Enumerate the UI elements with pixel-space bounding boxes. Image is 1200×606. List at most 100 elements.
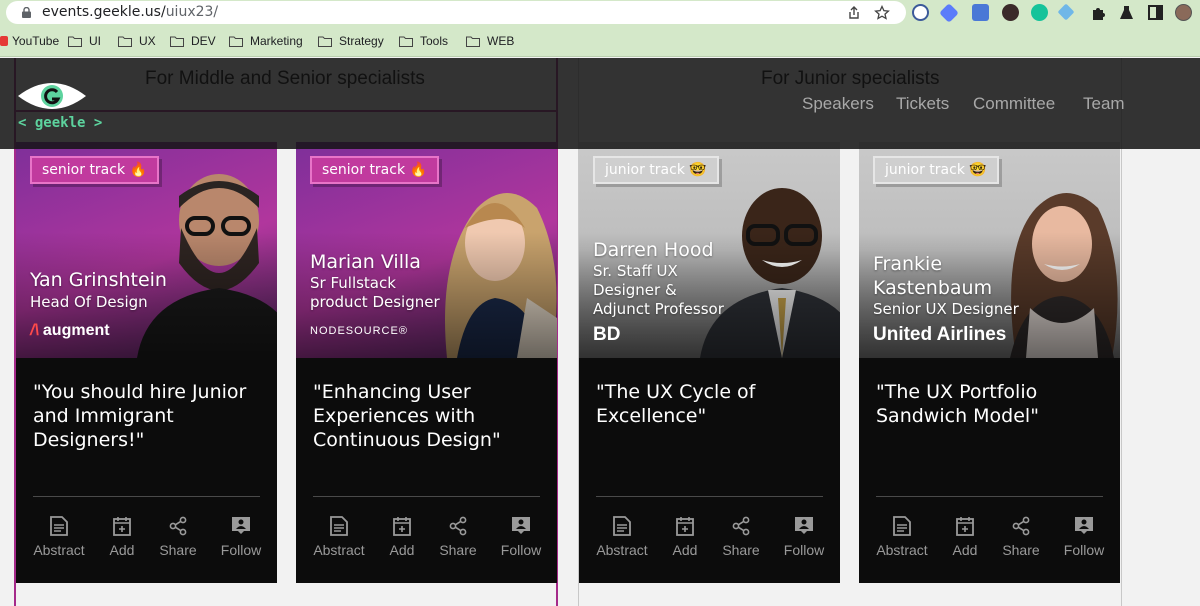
card-actions: Abstract Add Share Follow xyxy=(579,516,840,566)
speaker-card[interactable]: junior track 🤓 Darren Hood Sr. Staff UX … xyxy=(579,142,840,583)
card-actions: Abstract Add Share Follow xyxy=(296,516,557,566)
share-page-icon[interactable] xyxy=(846,5,862,21)
follow-button[interactable]: Follow xyxy=(491,516,551,558)
geekle-eye-logo-icon[interactable] xyxy=(16,78,88,114)
extension-icon-3[interactable] xyxy=(972,4,989,21)
share-button[interactable]: Share xyxy=(711,516,771,558)
track-badge: junior track 🤓 xyxy=(873,156,999,184)
site-header: < geekle > For Middle and Senior special… xyxy=(0,58,1200,149)
document-icon xyxy=(50,516,68,536)
follow-user-icon xyxy=(232,517,250,534)
url-text: events.geekle.us/uiux23/ xyxy=(42,4,219,20)
abstract-button[interactable]: Abstract xyxy=(29,516,89,558)
follow-button[interactable]: Follow xyxy=(774,516,834,558)
track-badge: junior track 🤓 xyxy=(593,156,719,184)
speaker-role: Senior UX Designer xyxy=(873,300,1019,318)
bookmark-folder-dev[interactable]: DEV xyxy=(170,33,216,49)
add-to-calendar-button[interactable]: Add xyxy=(655,516,715,558)
bookmark-folder-ux[interactable]: UX xyxy=(118,33,156,49)
speaker-photo: senior track 🔥 Marian Villa Sr Fullstack… xyxy=(296,142,557,358)
folder-icon xyxy=(229,36,243,47)
speaker-name: Marian Villa xyxy=(310,251,421,273)
talk-title: "The UX Cycle of Excellence" xyxy=(596,381,756,427)
bookmark-folder-web[interactable]: WEB xyxy=(466,33,514,49)
follow-user-icon xyxy=(512,517,530,534)
abstract-button[interactable]: Abstract xyxy=(592,516,652,558)
folder-icon xyxy=(318,36,332,47)
follow-user-icon xyxy=(795,517,813,534)
follow-button[interactable]: Follow xyxy=(211,516,271,558)
extensions-puzzle-icon[interactable] xyxy=(1090,4,1107,21)
calendar-add-icon xyxy=(676,517,694,536)
speaker-name: Yan Grinshtein xyxy=(30,269,167,291)
browser-toolbar: events.geekle.us/uiux23/ xyxy=(0,0,1200,25)
address-bar[interactable]: events.geekle.us/uiux23/ xyxy=(6,1,906,24)
document-icon xyxy=(613,516,631,536)
folder-icon xyxy=(68,36,82,47)
nav-committee[interactable]: Committee xyxy=(973,94,1055,114)
add-to-calendar-button[interactable]: Add xyxy=(372,516,432,558)
card-divider xyxy=(596,496,823,497)
add-to-calendar-button[interactable]: Add xyxy=(935,516,995,558)
company-logo: /\ augment xyxy=(30,322,110,339)
bookmark-folder-ui[interactable]: UI xyxy=(68,33,101,49)
bookmark-star-icon[interactable] xyxy=(874,5,890,21)
follow-button[interactable]: Follow xyxy=(1054,516,1114,558)
speaker-photo: junior track 🤓 Frankie Kastenbaum Senior… xyxy=(859,142,1120,358)
abstract-button[interactable]: Abstract xyxy=(872,516,932,558)
extension-icon-2[interactable] xyxy=(939,3,959,23)
nav-speakers[interactable]: Speakers xyxy=(802,94,874,114)
card-divider xyxy=(313,496,540,497)
calendar-add-icon xyxy=(113,517,131,536)
extension-icon-4[interactable] xyxy=(1002,4,1019,21)
speaker-photo: senior track 🔥 Yan Grinshtein Head Of De… xyxy=(16,142,277,358)
bookmark-youtube[interactable]: YouTube xyxy=(0,33,59,49)
share-button[interactable]: Share xyxy=(428,516,488,558)
lab-flask-icon[interactable] xyxy=(1118,4,1135,21)
track-badge: senior track 🔥 xyxy=(30,156,159,184)
speaker-name: Frankie Kastenbaum xyxy=(873,253,993,299)
folder-icon xyxy=(399,36,413,47)
talk-title: "Enhancing User Experiences with Continu… xyxy=(313,381,501,451)
junior-section-title: For Junior specialists xyxy=(761,68,940,89)
lock-icon xyxy=(22,7,31,18)
add-to-calendar-button[interactable]: Add xyxy=(92,516,152,558)
track-badge: senior track 🔥 xyxy=(310,156,439,184)
company-logo: United Airlines xyxy=(873,324,1007,345)
talk-title: "The UX Portfolio Sandwich Model" xyxy=(876,381,1039,427)
document-icon xyxy=(893,516,911,536)
bookmark-folder-marketing[interactable]: Marketing xyxy=(229,33,303,49)
side-panel-icon[interactable] xyxy=(1147,4,1164,21)
talk-title: "You should hire Junior and Immigrant De… xyxy=(33,381,247,451)
grammarly-icon[interactable] xyxy=(1031,4,1048,21)
card-divider xyxy=(876,496,1103,497)
share-button[interactable]: Share xyxy=(148,516,208,558)
bookmark-folder-strategy[interactable]: Strategy xyxy=(318,33,384,49)
calendar-add-icon xyxy=(956,517,974,536)
speaker-photo: junior track 🤓 Darren Hood Sr. Staff UX … xyxy=(579,142,840,358)
speaker-card[interactable]: senior track 🔥 Yan Grinshtein Head Of De… xyxy=(16,142,277,583)
extension-icon-6[interactable] xyxy=(1057,3,1075,21)
company-logo: NODESOURCE® xyxy=(310,325,408,337)
speaker-card[interactable]: senior track 🔥 Marian Villa Sr Fullstack… xyxy=(296,142,557,583)
share-button[interactable]: Share xyxy=(991,516,1051,558)
calendar-add-icon xyxy=(393,517,411,536)
share-icon xyxy=(732,516,750,536)
card-actions: Abstract Add Share Follow xyxy=(859,516,1120,566)
share-icon xyxy=(1012,516,1030,536)
share-icon xyxy=(169,516,187,536)
speaker-card[interactable]: junior track 🤓 Frankie Kastenbaum Senior… xyxy=(859,142,1120,583)
company-logo: BD xyxy=(593,324,621,345)
nav-tickets[interactable]: Tickets xyxy=(896,94,949,114)
share-icon xyxy=(449,516,467,536)
speaker-role: Sr Fullstack product Designer xyxy=(310,274,440,311)
profile-avatar[interactable] xyxy=(1175,4,1192,21)
follow-user-icon xyxy=(1075,517,1093,534)
extension-icon-1[interactable] xyxy=(912,4,929,21)
logo-text: < geekle > xyxy=(18,115,103,131)
card-divider xyxy=(33,496,260,497)
nav-team[interactable]: Team xyxy=(1083,94,1125,114)
speaker-role: Sr. Staff UX Designer & Adjunct Professo… xyxy=(593,262,724,318)
abstract-button[interactable]: Abstract xyxy=(309,516,369,558)
bookmark-folder-tools[interactable]: Tools xyxy=(399,33,448,49)
